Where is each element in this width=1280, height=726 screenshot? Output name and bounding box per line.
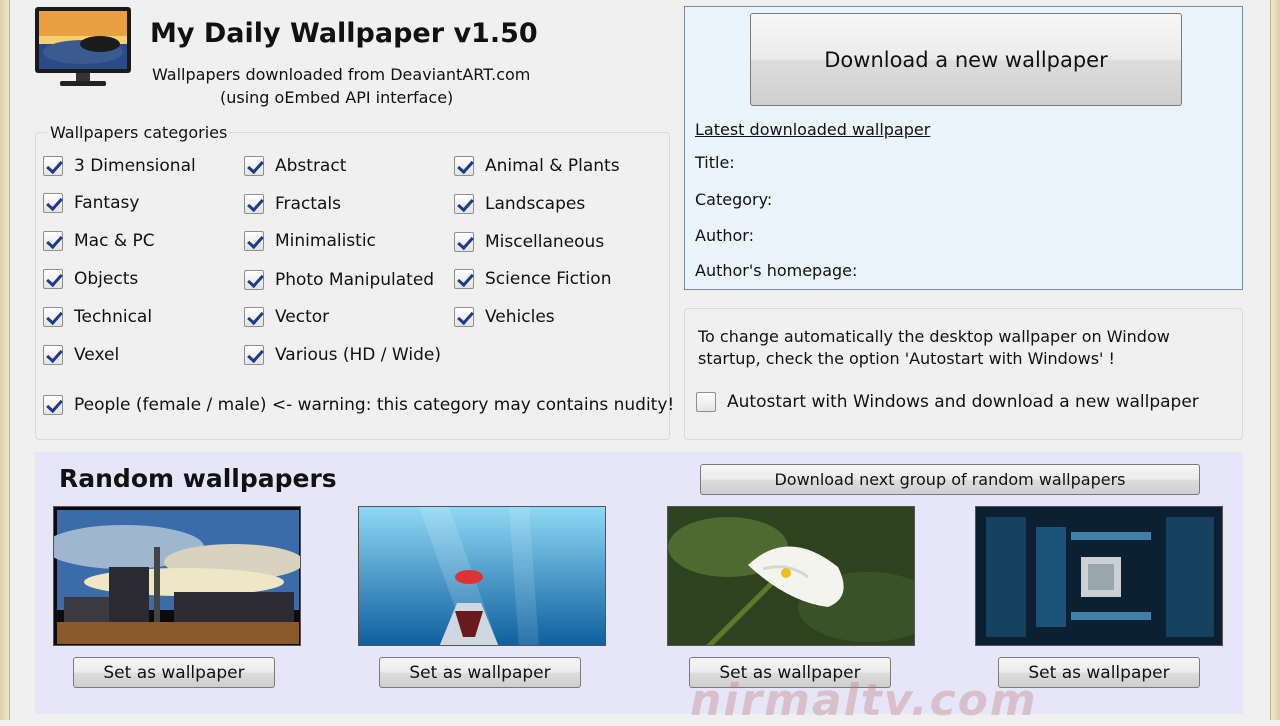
category-label: Fantasy bbox=[74, 193, 140, 213]
checkbox-checked-icon[interactable] bbox=[244, 270, 264, 290]
category-label: Mac & PC bbox=[74, 231, 155, 251]
category-checkbox-miscellaneous[interactable]: Miscellaneous bbox=[454, 232, 604, 252]
category-checkbox-fractals[interactable]: Fractals bbox=[244, 194, 341, 214]
download-new-wallpaper-button[interactable]: Download a new wallpaper bbox=[750, 13, 1182, 106]
app-subtitle-source: Wallpapers downloaded from DeaviantART.c… bbox=[152, 65, 531, 84]
category-label: Landscapes bbox=[485, 194, 586, 214]
category-label: People (female / male) <- warning: this … bbox=[74, 395, 675, 415]
window-frame-left bbox=[0, 0, 10, 720]
checkbox-checked-icon[interactable] bbox=[43, 156, 63, 176]
checkbox-checked-icon[interactable] bbox=[454, 307, 474, 327]
autostart-checkbox[interactable]: Autostart with Windows and download a ne… bbox=[696, 392, 1199, 412]
title-label: Title: bbox=[695, 153, 735, 172]
app-subtitle-api: (using oEmbed API interface) bbox=[220, 88, 454, 107]
checkbox-checked-icon[interactable] bbox=[454, 269, 474, 289]
category-label: 3 Dimensional bbox=[74, 156, 196, 176]
checkbox-checked-icon[interactable] bbox=[43, 269, 63, 289]
category-label: Technical bbox=[74, 307, 153, 327]
author-homepage-label: Author's homepage: bbox=[695, 261, 858, 280]
checkbox-checked-icon[interactable] bbox=[43, 395, 63, 415]
latest-wallpaper-link[interactable]: Latest downloaded wallpaper bbox=[695, 120, 930, 139]
category-checkbox-people[interactable]: People (female / male) <- warning: this … bbox=[43, 395, 674, 415]
app-logo-icon bbox=[34, 6, 132, 88]
calla-lily-image[interactable] bbox=[667, 506, 915, 646]
category-checkbox-vehicles[interactable]: Vehicles bbox=[454, 307, 555, 327]
checkbox-checked-icon[interactable] bbox=[244, 231, 264, 251]
category-label: Minimalistic bbox=[275, 231, 376, 251]
category-label: Objects bbox=[74, 269, 139, 289]
category-label: Abstract bbox=[275, 156, 347, 176]
category-checkbox-3-dimensional[interactable]: 3 Dimensional bbox=[43, 156, 196, 176]
checkbox-checked-icon[interactable] bbox=[43, 231, 63, 251]
set-as-wallpaper-button-2[interactable]: Set as wallpaper bbox=[379, 657, 581, 688]
category-label: Vector bbox=[275, 307, 330, 327]
download-next-group-button[interactable]: Download next group of random wallpapers bbox=[700, 464, 1200, 495]
checkbox-checked-icon[interactable] bbox=[43, 193, 63, 213]
category-checkbox-technical[interactable]: Technical bbox=[43, 307, 152, 327]
category-label: Vehicles bbox=[485, 307, 555, 327]
underwater-shark-image[interactable] bbox=[358, 506, 606, 646]
set-as-wallpaper-button-1[interactable]: Set as wallpaper bbox=[73, 657, 275, 688]
category-checkbox-minimalistic[interactable]: Minimalistic bbox=[244, 231, 376, 251]
checkbox-checked-icon[interactable] bbox=[43, 345, 63, 365]
checkbox-checked-icon[interactable] bbox=[454, 194, 474, 214]
category-checkbox-mac-pc[interactable]: Mac & PC bbox=[43, 231, 155, 251]
checkbox-checked-icon[interactable] bbox=[43, 307, 63, 327]
window-frame-right bbox=[1270, 0, 1280, 720]
motherboard-image[interactable] bbox=[975, 506, 1223, 646]
checkbox-unchecked-icon[interactable] bbox=[696, 392, 716, 412]
categories-legend: Wallpapers categories bbox=[47, 123, 231, 142]
app-title: My Daily Wallpaper v1.50 bbox=[150, 18, 538, 49]
category-checkbox-abstract[interactable]: Abstract bbox=[244, 156, 346, 176]
category-label: Animal & Plants bbox=[485, 156, 620, 176]
category-checkbox-science-fiction[interactable]: Science Fiction bbox=[454, 269, 611, 289]
category-checkbox-objects[interactable]: Objects bbox=[43, 269, 138, 289]
city-skyline-image[interactable] bbox=[53, 506, 301, 646]
checkbox-checked-icon[interactable] bbox=[454, 156, 474, 176]
category-label: Science Fiction bbox=[485, 269, 612, 289]
category-checkbox-fantasy[interactable]: Fantasy bbox=[43, 193, 139, 213]
category-checkbox-vector[interactable]: Vector bbox=[244, 307, 329, 327]
checkbox-checked-icon[interactable] bbox=[244, 156, 264, 176]
checkbox-checked-icon[interactable] bbox=[244, 345, 264, 365]
category-checkbox-various-hd-wide[interactable]: Various (HD / Wide) bbox=[244, 345, 441, 365]
category-checkbox-landscapes[interactable]: Landscapes bbox=[454, 194, 585, 214]
checkbox-checked-icon[interactable] bbox=[454, 232, 474, 252]
checkbox-checked-icon[interactable] bbox=[244, 307, 264, 327]
checkbox-checked-icon[interactable] bbox=[244, 194, 264, 214]
category-checkbox-animal-plants[interactable]: Animal & Plants bbox=[454, 156, 620, 176]
category-checkbox-vexel[interactable]: Vexel bbox=[43, 345, 119, 365]
autostart-description: To change automatically the desktop wall… bbox=[698, 327, 1170, 368]
watermark-text: nirmaltv.com bbox=[690, 675, 1038, 726]
random-wallpapers-title: Random wallpapers bbox=[59, 464, 337, 493]
category-label: Various (HD / Wide) bbox=[275, 345, 441, 365]
category-checkbox-photo-manipulated[interactable]: Photo Manipulated bbox=[244, 270, 434, 290]
category-label: Photo Manipulated bbox=[275, 270, 435, 290]
autostart-label: Autostart with Windows and download a ne… bbox=[727, 392, 1199, 412]
category-label: Vexel bbox=[74, 345, 120, 365]
category-label: Category: bbox=[695, 190, 773, 209]
category-label: Miscellaneous bbox=[485, 232, 605, 252]
author-label: Author: bbox=[695, 226, 754, 245]
category-label: Fractals bbox=[275, 194, 341, 214]
